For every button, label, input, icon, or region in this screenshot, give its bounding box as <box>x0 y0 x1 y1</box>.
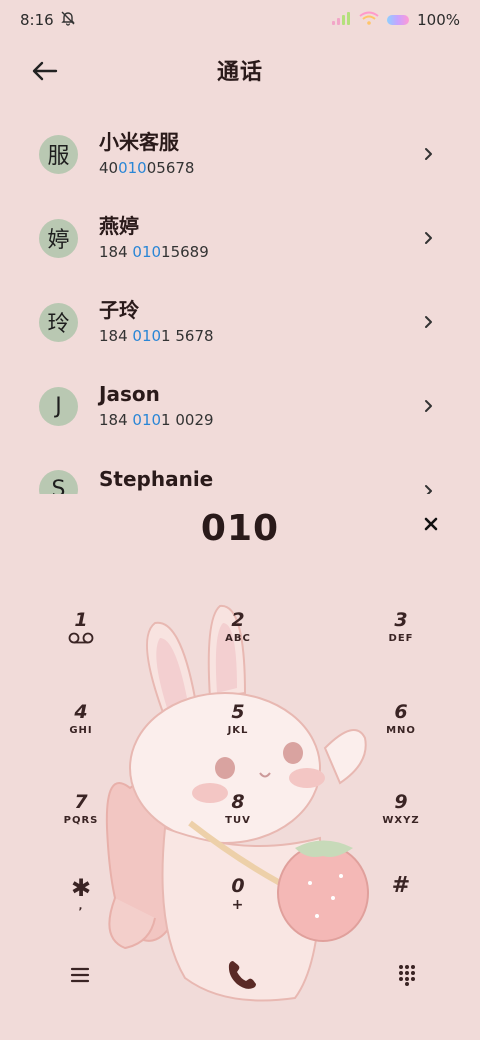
clear-button[interactable] <box>418 511 444 537</box>
dial-display: 010 <box>0 500 480 556</box>
key-8[interactable]: 8 TUV <box>193 790 283 870</box>
contact-number: 184 0101 5678 <box>99 327 214 345</box>
chevron-right-icon[interactable] <box>421 399 435 413</box>
call-button[interactable] <box>222 955 262 995</box>
chevron-right-icon[interactable] <box>421 231 435 245</box>
battery-text: 100% <box>417 11 460 29</box>
avatar: 服 <box>39 134 78 174</box>
contact-name: 燕婷 <box>99 214 139 238</box>
back-button[interactable] <box>28 54 62 88</box>
dialpad-icon <box>399 965 415 986</box>
key-5[interactable]: 5 JKL <box>193 700 283 780</box>
contact-row[interactable]: J Jason 184 0101 0029 <box>0 364 480 448</box>
avatar: J <box>39 386 78 426</box>
key-star[interactable]: ✱ , <box>36 876 126 956</box>
status-right: 100% <box>331 11 460 29</box>
chevron-right-icon[interactable] <box>421 147 435 161</box>
contact-name: Stephanie <box>99 467 214 491</box>
contact-number: 184 01015689 <box>99 243 209 261</box>
status-time: 8:16 <box>20 11 54 29</box>
contact-row[interactable]: 服 小米客服 4001005678 <box>0 112 480 196</box>
key-hash[interactable]: # <box>356 874 446 954</box>
menu-button[interactable] <box>60 955 100 995</box>
arrow-left-icon <box>32 61 58 81</box>
page-title: 通话 <box>216 60 263 85</box>
contact-row[interactable]: 玲 子玲 184 0101 5678 <box>0 280 480 364</box>
key-3[interactable]: 3 DEF <box>356 608 446 688</box>
contact-name: 小米客服 <box>99 130 179 154</box>
keypad-toggle-button[interactable] <box>387 955 427 995</box>
menu-icon <box>70 967 90 983</box>
battery-icon <box>387 15 410 25</box>
key-7[interactable]: 7 PQRS <box>36 790 126 870</box>
key-9[interactable]: 9 WXYZ <box>356 790 446 870</box>
contact-name: 子玲 <box>99 298 139 322</box>
key-1[interactable]: 1 <box>36 608 126 688</box>
avatar: S <box>39 470 78 494</box>
phone-icon <box>228 961 256 989</box>
key-0[interactable]: 0 + <box>193 874 283 954</box>
avatar: 婷 <box>39 218 78 258</box>
contact-list: 服 小米客服 4001005678 婷 燕婷 184 01015689 玲 子玲… <box>0 112 480 494</box>
contact-number: 4001005678 <box>99 159 195 177</box>
status-left: 8:16 <box>20 10 76 30</box>
chevron-right-icon[interactable] <box>421 315 435 329</box>
chevron-right-icon[interactable] <box>421 484 435 494</box>
contact-name: Jason <box>99 382 160 406</box>
contact-row[interactable]: 婷 燕婷 184 01015689 <box>0 196 480 280</box>
header: 通话 <box>0 46 480 94</box>
contact-number: 184 0101 0029 <box>99 411 214 429</box>
contact-row[interactable]: S Stephanie <box>0 448 480 494</box>
wifi-icon <box>359 11 379 29</box>
key-6[interactable]: 6 MNO <box>356 700 446 780</box>
key-2[interactable]: 2 ABC <box>193 608 283 688</box>
key-4[interactable]: 4 GHI <box>36 700 126 780</box>
status-bar: 8:16 100% <box>0 0 480 40</box>
signal-icon <box>331 11 351 29</box>
avatar: 玲 <box>39 302 78 342</box>
dialed-number: 010 <box>200 507 280 549</box>
close-icon <box>424 517 438 531</box>
voicemail-icon <box>68 632 94 644</box>
mute-bell-icon <box>60 10 76 30</box>
